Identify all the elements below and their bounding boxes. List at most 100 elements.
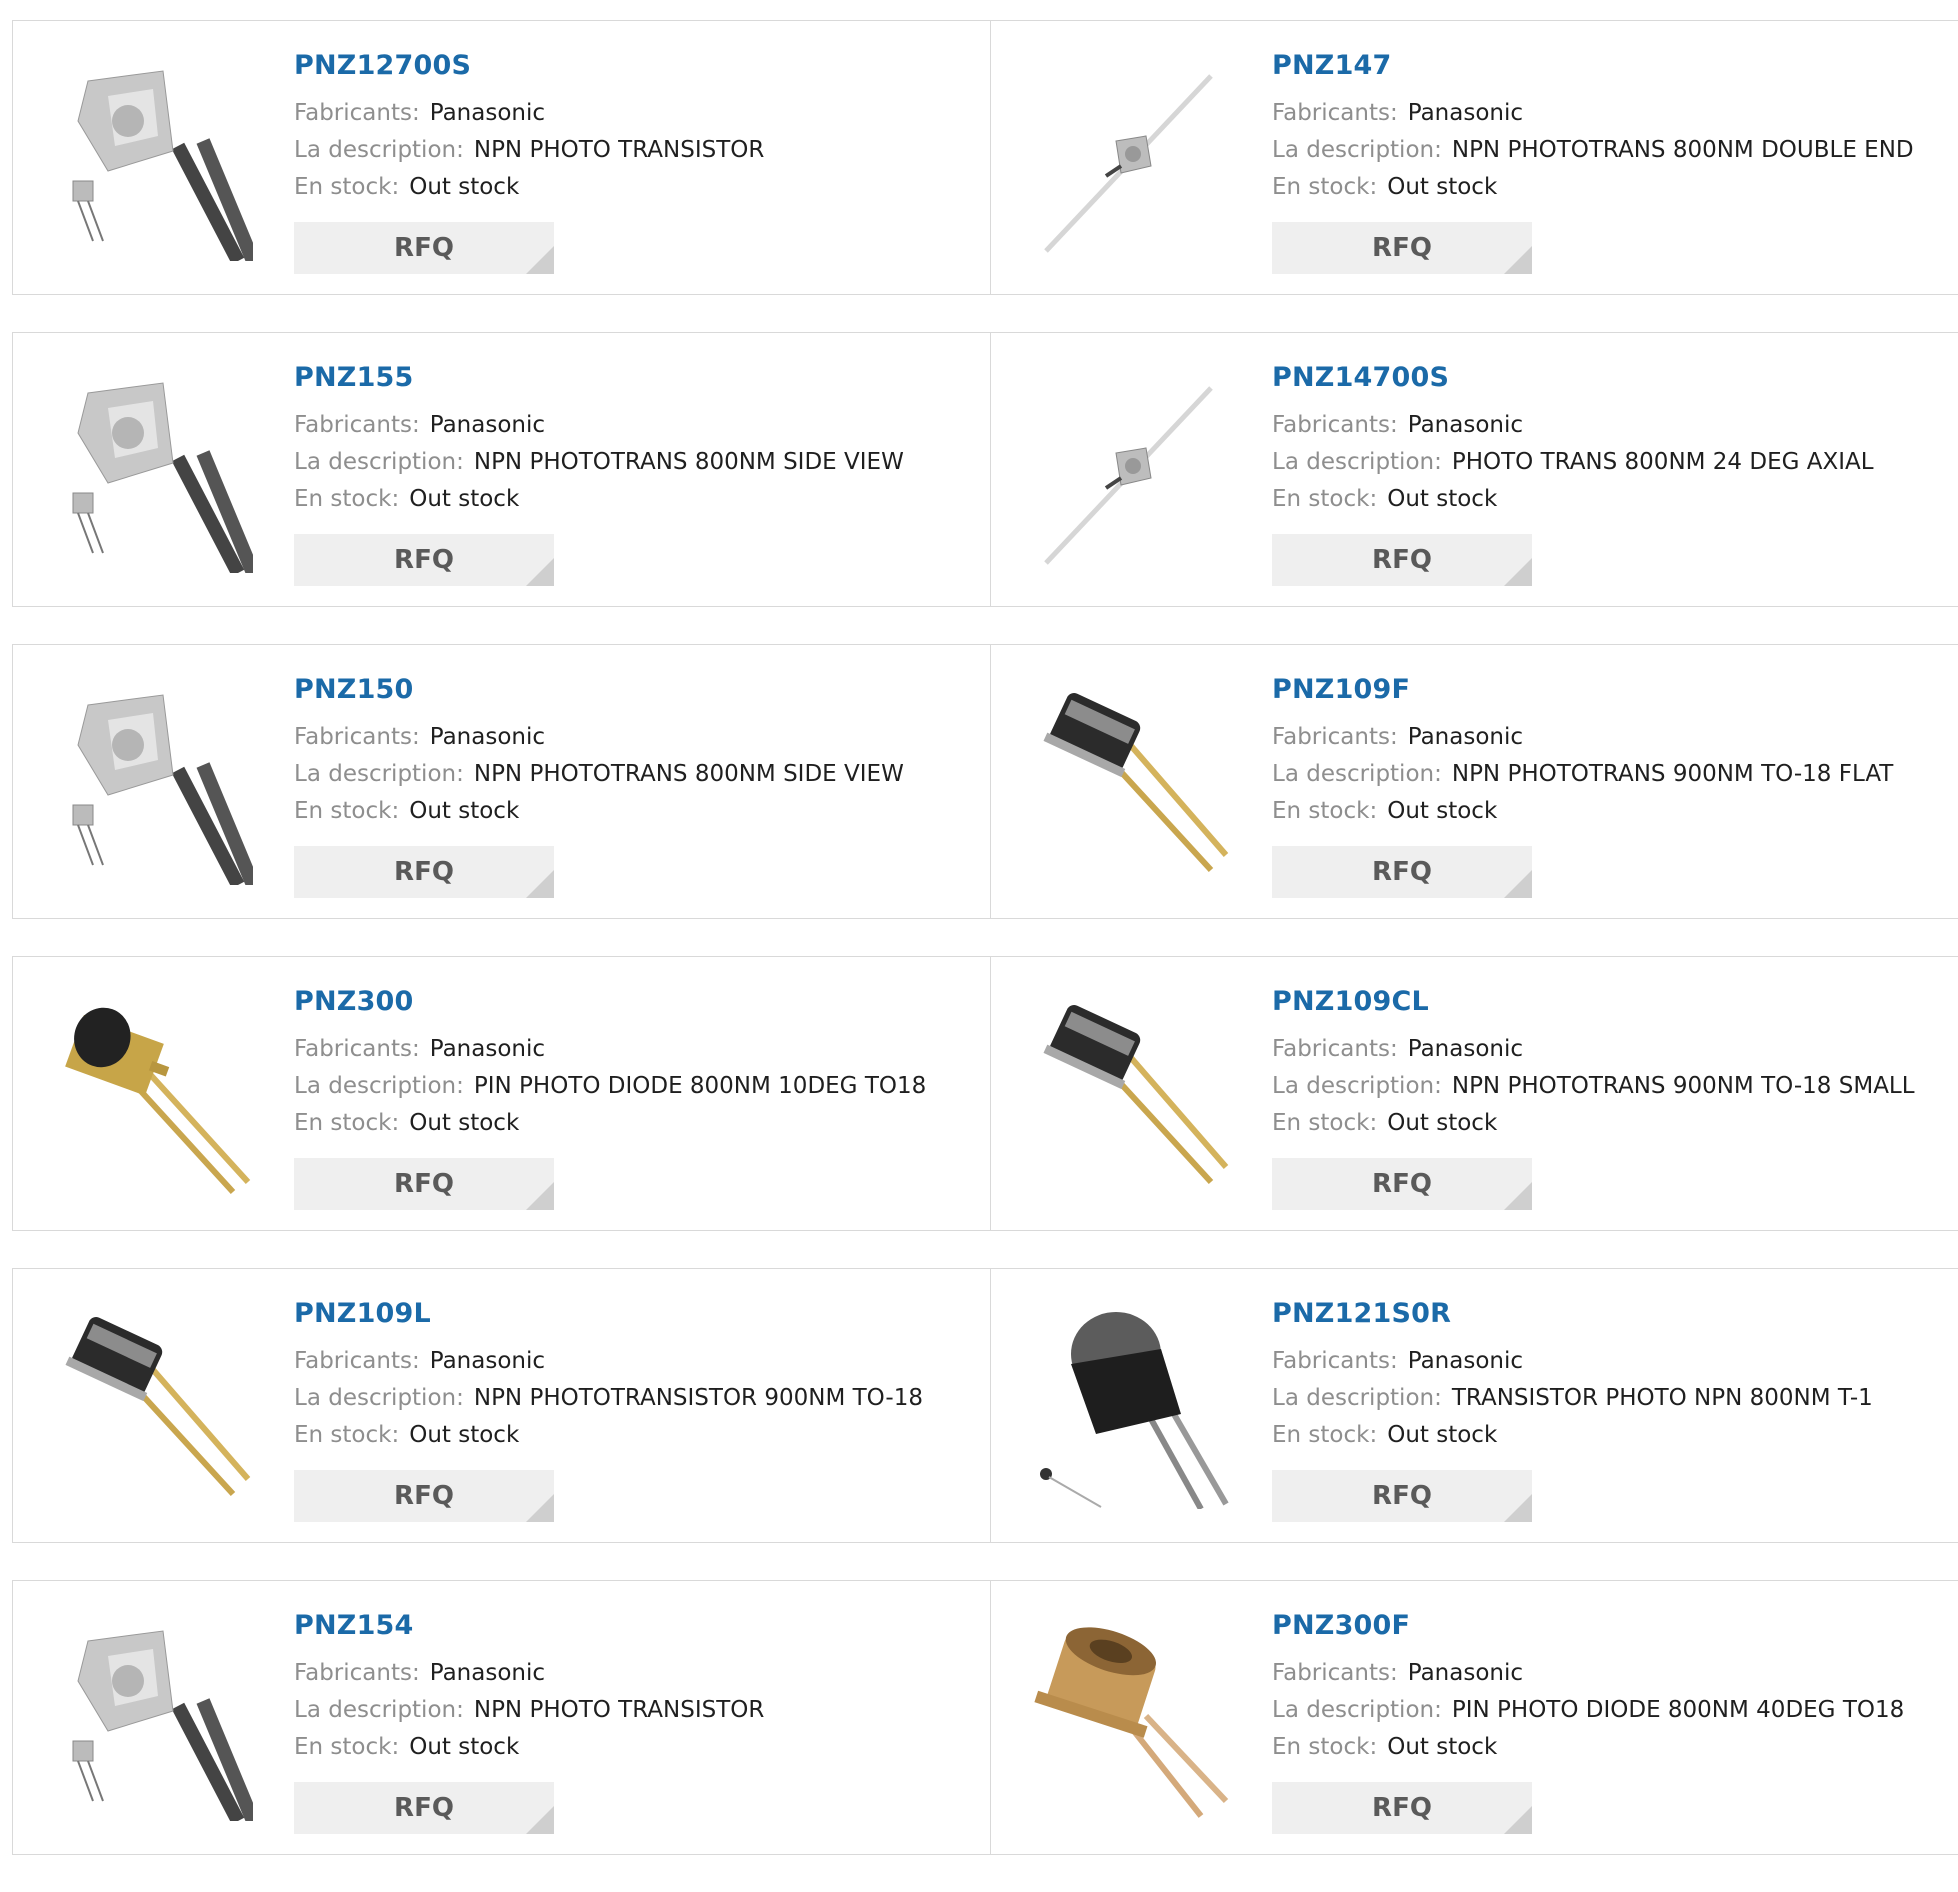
stock-line: En stock: Out stock xyxy=(1272,1729,1958,1766)
product-image[interactable] xyxy=(53,997,253,1197)
manufacturer-line: Fabricants: Panasonic xyxy=(1272,1031,1958,1068)
rfq-button[interactable]: RFQ xyxy=(1272,1158,1532,1210)
side-view-photo-transistor-icon xyxy=(53,1621,253,1821)
manufacturer-value: Panasonic xyxy=(1407,1036,1524,1062)
part-number-link[interactable]: PNZ109L xyxy=(294,1297,970,1331)
description-value: NPN PHOTOTRANS 800NM SIDE VIEW xyxy=(473,449,904,475)
corner-triangle-icon xyxy=(1504,1494,1532,1522)
description-line: La description: NPN PHOTO TRANSISTOR xyxy=(294,1692,970,1729)
part-number-link[interactable]: PNZ12700S xyxy=(294,49,970,83)
product-image[interactable] xyxy=(53,61,253,261)
description-line: La description: PIN PHOTO DIODE 800NM 40D… xyxy=(1272,1692,1958,1729)
rfq-button[interactable]: RFQ xyxy=(294,534,554,586)
product-info: PNZ300 Fabricants: Panasonic La description… xyxy=(294,985,970,1142)
description-line: La description: NPN PHOTOTRANS 900NM TO-1… xyxy=(1272,756,1958,793)
product-image[interactable] xyxy=(53,1309,253,1509)
part-number-link[interactable]: PNZ155 xyxy=(294,361,970,395)
to18-metal-can-icon xyxy=(53,1309,253,1509)
part-number-link[interactable]: PNZ109CL xyxy=(1272,985,1958,1019)
stock-value: Out stock xyxy=(1387,1734,1498,1760)
manufacturer-line: Fabricants: Panasonic xyxy=(294,1031,970,1068)
stock-label: En stock: xyxy=(1272,1422,1378,1448)
rfq-button[interactable]: RFQ xyxy=(1272,1470,1532,1522)
description-label: La description: xyxy=(1272,1385,1442,1411)
stock-label: En stock: xyxy=(1272,486,1378,512)
corner-triangle-icon xyxy=(1504,1806,1532,1834)
corner-triangle-icon xyxy=(1504,870,1532,898)
product-image[interactable] xyxy=(53,1621,253,1821)
rfq-button[interactable]: RFQ xyxy=(1272,1782,1532,1834)
manufacturer-line: Fabricants: Panasonic xyxy=(294,95,970,132)
stock-label: En stock: xyxy=(294,174,400,200)
rfq-button[interactable]: RFQ xyxy=(294,1782,554,1834)
rfq-label: RFQ xyxy=(1372,545,1432,575)
side-view-photo-transistor-icon xyxy=(53,61,253,261)
product-image[interactable] xyxy=(1031,61,1231,261)
product-image[interactable] xyxy=(1031,997,1231,1197)
stock-value: Out stock xyxy=(409,1734,520,1760)
description-line: La description: PIN PHOTO DIODE 800NM 10D… xyxy=(294,1068,970,1105)
product-image[interactable] xyxy=(53,373,253,573)
corner-triangle-icon xyxy=(1504,558,1532,586)
to18-dome-lens-icon xyxy=(53,997,253,1197)
rfq-button[interactable]: RFQ xyxy=(294,1470,554,1522)
part-number-link[interactable]: PNZ109F xyxy=(1272,673,1958,707)
stock-line: En stock: Out stock xyxy=(1272,1417,1958,1454)
manufacturer-value: Panasonic xyxy=(1407,412,1524,438)
manufacturer-label: Fabricants: xyxy=(1272,1348,1398,1374)
product-image[interactable] xyxy=(1031,1309,1231,1509)
product-card: PNZ154 Fabricants: Panasonic La description… xyxy=(12,1580,991,1855)
side-view-photo-transistor-icon xyxy=(53,373,253,573)
description-label: La description: xyxy=(1272,1697,1442,1723)
corner-triangle-icon xyxy=(1504,1182,1532,1210)
part-number-link[interactable]: PNZ154 xyxy=(294,1609,970,1643)
rfq-button[interactable]: RFQ xyxy=(294,222,554,274)
product-image[interactable] xyxy=(53,685,253,885)
stock-value: Out stock xyxy=(409,1422,520,1448)
product-info: PNZ109L Fabricants: Panasonic La descriptio… xyxy=(294,1297,970,1454)
manufacturer-line: Fabricants: Panasonic xyxy=(1272,1655,1958,1692)
part-number-link[interactable]: PNZ121S0R xyxy=(1272,1297,1958,1331)
part-number-link[interactable]: PNZ150 xyxy=(294,673,970,707)
stock-label: En stock: xyxy=(294,1422,400,1448)
description-value: NPN PHOTO TRANSISTOR xyxy=(473,1697,765,1723)
corner-triangle-icon xyxy=(526,1182,554,1210)
product-row: PNZ109L Fabricants: Panasonic La descriptio… xyxy=(12,1268,1958,1543)
stock-value: Out stock xyxy=(409,174,520,200)
rfq-label: RFQ xyxy=(394,545,454,575)
product-info: PNZ109CL Fabricants: Panasonic La descripti… xyxy=(1272,985,1958,1142)
description-label: La description: xyxy=(1272,761,1442,787)
rfq-button[interactable]: RFQ xyxy=(1272,534,1532,586)
stock-label: En stock: xyxy=(294,798,400,824)
description-value: NPN PHOTOTRANS 800NM SIDE VIEW xyxy=(473,761,904,787)
rfq-button[interactable]: RFQ xyxy=(294,1158,554,1210)
part-number-link[interactable]: PNZ300F xyxy=(1272,1609,1958,1643)
stock-label: En stock: xyxy=(1272,1734,1378,1760)
product-image[interactable] xyxy=(1031,373,1231,573)
stock-label: En stock: xyxy=(1272,798,1378,824)
rfq-button[interactable]: RFQ xyxy=(1272,846,1532,898)
product-image[interactable] xyxy=(1031,1621,1231,1821)
product-info: PNZ147 Fabricants: Panasonic La description… xyxy=(1272,49,1958,206)
rfq-label: RFQ xyxy=(394,857,454,887)
part-number-link[interactable]: PNZ300 xyxy=(294,985,970,1019)
stock-line: En stock: Out stock xyxy=(294,1729,970,1766)
manufacturer-line: Fabricants: Panasonic xyxy=(1272,407,1958,444)
product-image[interactable] xyxy=(1031,685,1231,885)
manufacturer-value: Panasonic xyxy=(429,724,546,750)
rfq-button[interactable]: RFQ xyxy=(1272,222,1532,274)
manufacturer-value: Panasonic xyxy=(429,100,546,126)
manufacturer-value: Panasonic xyxy=(429,1036,546,1062)
part-number-link[interactable]: PNZ14700S xyxy=(1272,361,1958,395)
stock-line: En stock: Out stock xyxy=(294,1105,970,1142)
rfq-label: RFQ xyxy=(1372,233,1432,263)
description-label: La description: xyxy=(294,1697,464,1723)
stock-label: En stock: xyxy=(294,486,400,512)
description-value: NPN PHOTOTRANS 900NM TO-18 SMALL xyxy=(1451,1073,1915,1099)
description-label: La description: xyxy=(294,761,464,787)
product-info: PNZ12700S Fabricants: Panasonic La descript… xyxy=(294,49,970,206)
stock-line: En stock: Out stock xyxy=(294,169,970,206)
rfq-button[interactable]: RFQ xyxy=(294,846,554,898)
axial-phototransistor-icon xyxy=(1031,373,1231,573)
part-number-link[interactable]: PNZ147 xyxy=(1272,49,1958,83)
